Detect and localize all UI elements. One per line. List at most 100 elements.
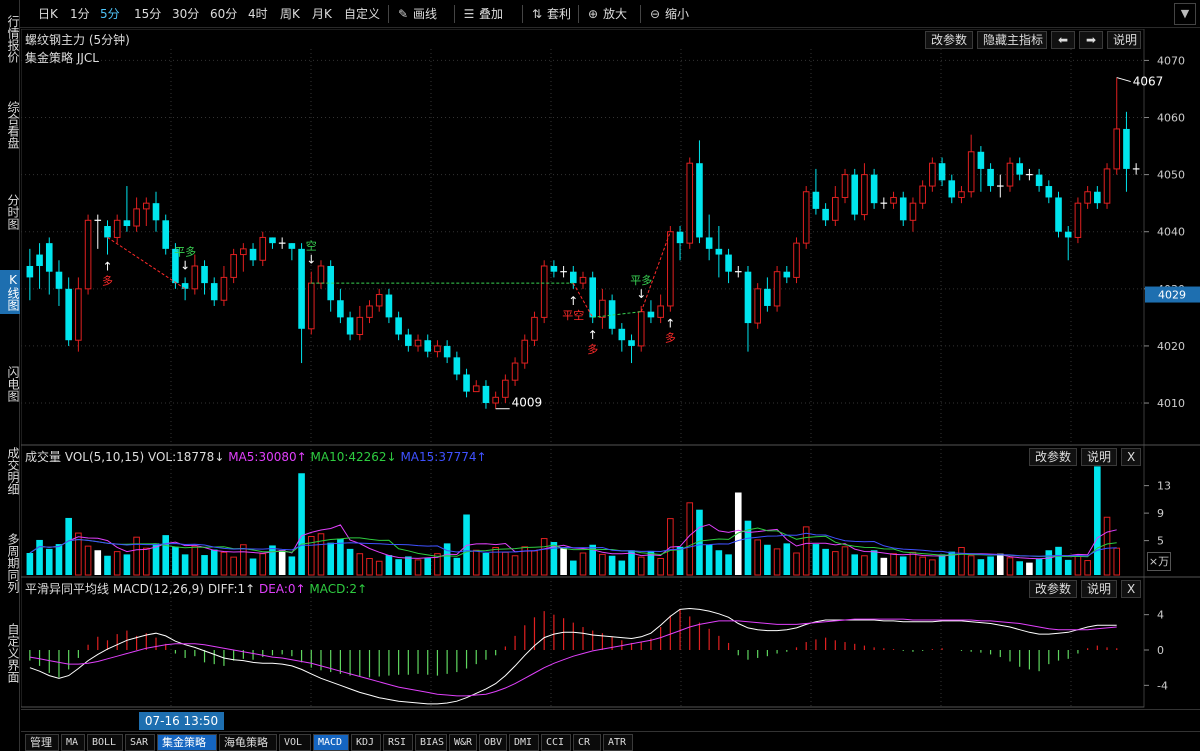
period-1-button[interactable]: 1分 (70, 6, 90, 22)
tab-8[interactable]: KDJ (351, 734, 381, 751)
arrow-up-icon: ↑ (102, 260, 112, 274)
volume-bar (502, 551, 509, 576)
nav-item-5[interactable]: 成交明细 (0, 442, 20, 500)
candle-body (152, 203, 160, 221)
tab-13[interactable]: DMI (509, 734, 539, 751)
volume-bar (1016, 561, 1023, 575)
nav-item-6[interactable]: 多周期同列 (0, 520, 20, 606)
candle-body (1094, 191, 1101, 204)
tab-15[interactable]: CR (573, 734, 601, 751)
tab-14[interactable]: CCI (541, 734, 571, 751)
candle-body (521, 339, 529, 364)
volume-button-0[interactable]: 改参数 (1029, 448, 1077, 466)
tab-7[interactable]: MACD (313, 734, 349, 751)
volume-bar (337, 538, 344, 575)
candle-body (269, 237, 276, 244)
period-5-button[interactable]: 60分 (210, 6, 237, 22)
tab-2[interactable]: BOLL (87, 734, 123, 751)
candle-body (502, 379, 509, 398)
volume-bar (45, 548, 53, 575)
volume-button-1[interactable]: 说明 (1081, 448, 1117, 466)
tab-0[interactable]: 管理 (25, 734, 59, 751)
candle-body (55, 271, 63, 289)
main-button-4[interactable]: 说明 (1107, 31, 1141, 49)
volume-bar (1094, 466, 1101, 575)
tab-12[interactable]: OBV (479, 734, 507, 751)
main-button-1[interactable]: 隐藏主指标 (977, 31, 1047, 49)
tab-10[interactable]: BIAS (415, 734, 447, 751)
candle-body (385, 294, 393, 318)
candle-body (637, 311, 645, 347)
period-2-button[interactable]: 5分 (100, 6, 120, 22)
tool-0-button[interactable]: ✎ 画线 (396, 6, 437, 22)
nav-item-7[interactable]: 自定义界面 (0, 610, 20, 696)
period-8-button[interactable]: 月K (312, 6, 332, 22)
candle-body (861, 174, 868, 216)
tool-2-button[interactable]: ⇅ 套利 (530, 6, 571, 22)
chevron-down-icon[interactable]: ▼ (1174, 3, 1196, 25)
macd-header: 平滑异同平均线 MACD(12,26,9) DIFF:1↑ DEA:0↑ MAC… (25, 580, 367, 597)
period-0-button[interactable]: 日K (38, 6, 58, 22)
nav-item-1[interactable]: 综合看盘 (0, 96, 20, 154)
nav-item-0[interactable]: 行情报价 (0, 10, 20, 68)
tab-6[interactable]: VOL (279, 734, 311, 751)
candle-body (667, 231, 674, 307)
volume-bar (618, 560, 626, 575)
tab-16[interactable]: ATR (603, 734, 633, 751)
pen-icon: ✎ (397, 7, 409, 21)
volume-bar (269, 545, 276, 575)
main-button-0[interactable]: 改参数 (925, 31, 973, 49)
main-button-2[interactable]: ⬅ (1051, 31, 1075, 49)
candle-body (443, 345, 451, 358)
period-7-button[interactable]: 周K (280, 6, 300, 22)
macd-button-1[interactable]: 说明 (1081, 580, 1117, 598)
candle-body (589, 277, 597, 318)
tool-4-button[interactable]: ⊖ 缩小 (648, 6, 689, 22)
volume-bar (220, 551, 228, 576)
candle-body (754, 288, 761, 324)
volume-ma10: MA10:42262↓ (310, 450, 397, 464)
tab-3[interactable]: SAR (125, 734, 155, 751)
period-9-button[interactable]: 自定义 (344, 6, 380, 22)
candle-body (744, 271, 752, 324)
nav-item-3[interactable]: K线图 (0, 270, 20, 314)
candle-body (424, 340, 432, 352)
tab-9[interactable]: RSI (383, 734, 413, 751)
macd-button-0[interactable]: 改参数 (1029, 580, 1077, 598)
volume-bar (608, 555, 616, 575)
volume-value: VOL:18778↓ (147, 450, 225, 464)
kline-chart[interactable]: 4010402040304040405040604070↑多平多↓空↓↑平空↑多… (20, 28, 1200, 724)
period-3-button[interactable]: 15分 (134, 6, 161, 22)
tab-11[interactable]: W&R (449, 734, 477, 751)
arrow-up-icon: ↑ (568, 294, 578, 308)
candle-body (579, 276, 587, 284)
volume-button-2[interactable]: X (1121, 448, 1141, 466)
volume-bar (715, 550, 723, 575)
candle-body (288, 243, 296, 249)
period-6-button[interactable]: 4时 (248, 6, 268, 22)
volume-bar (201, 555, 208, 575)
volume-bar (987, 556, 994, 575)
tool-3-button[interactable]: ⊕ 放大 (586, 6, 627, 22)
candle-body (472, 385, 480, 393)
nav-item-2[interactable]: 分时图 (0, 190, 20, 234)
tab-4[interactable]: 集金策略 (157, 734, 217, 751)
volume-bar (929, 559, 936, 576)
candle-body (65, 288, 72, 341)
candle-body (162, 220, 170, 249)
chart-area[interactable]: 4010402040304040405040604070↑多平多↓空↓↑平空↑多… (20, 28, 1200, 724)
macd-dea: DEA:0↑ (259, 582, 306, 596)
volume-bar (637, 556, 645, 576)
candle-body (249, 248, 257, 261)
tab-1[interactable]: MA (61, 734, 85, 751)
period-4-button[interactable]: 30分 (172, 6, 199, 22)
candle-body (240, 248, 247, 256)
macd-button-2[interactable]: X (1121, 580, 1141, 598)
tab-5[interactable]: 海龟策略 (219, 734, 277, 751)
tool-1-button[interactable]: ☰ 叠加 (462, 6, 503, 22)
volume-bar (531, 550, 538, 576)
nav-item-4[interactable]: 闪电图 (0, 362, 20, 406)
volume-bar (482, 553, 490, 575)
main-button-3[interactable]: ➡ (1079, 31, 1103, 49)
volume-bar (579, 552, 587, 576)
